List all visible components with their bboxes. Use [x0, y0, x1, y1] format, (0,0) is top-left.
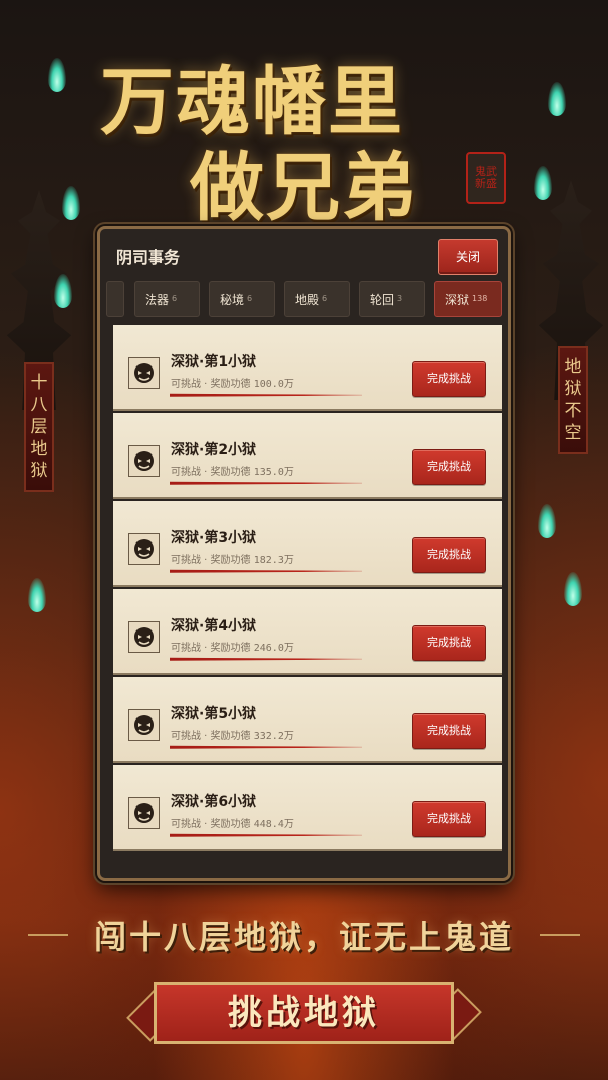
tab-count: 3	[397, 294, 403, 303]
panel-corner-ornament	[487, 229, 508, 250]
reward-label: 奖励功德	[210, 819, 251, 830]
task-list: 深狱·第1小狱 可挑战 · 奖励功德 100.0万 完成挑战 深狱·第2小狱 可…	[113, 325, 502, 875]
task-brush-bar	[170, 481, 362, 485]
task-meta: 可挑战 · 奖励功德 135.0万	[171, 467, 294, 478]
challenge-hell-button[interactable]: 挑战地狱	[154, 982, 454, 1044]
task-row: 深狱·第5小狱 可挑战 · 奖励功德 332.2万 完成挑战	[113, 677, 502, 763]
demon-face-icon	[128, 621, 160, 653]
task-brush-bar	[170, 569, 362, 573]
tab-earth-palace[interactable]: 地殿 6	[284, 281, 350, 317]
demon-face-icon	[128, 357, 160, 389]
tab-deep-prison[interactable]: 深狱 138	[434, 281, 502, 317]
reward-value: 182.3万	[253, 555, 294, 566]
reward-value: 100.0万	[253, 379, 294, 390]
task-row: 深狱·第6小狱 可挑战 · 奖励功德 448.4万 完成挑战	[113, 765, 502, 851]
category-tabs: 法器 6 秘境 6 地殿 6 轮回 3 深狱 138	[106, 281, 502, 319]
demon-face-icon	[128, 797, 160, 829]
reward-label: 奖励功德	[210, 555, 251, 566]
complete-challenge-button[interactable]: 完成挑战	[412, 449, 486, 485]
reward-value: 246.0万	[253, 643, 294, 654]
reward-value: 448.4万	[253, 819, 294, 830]
task-title: 深狱·第6小狱	[171, 794, 257, 810]
demon-face-icon	[128, 533, 160, 565]
tab-label: 地殿	[295, 293, 320, 307]
hanging-banner-left: 十八层地狱	[24, 362, 54, 492]
task-brush-bar	[170, 393, 362, 397]
tab-reincarnation[interactable]: 轮回 3	[359, 281, 425, 317]
cta-container: 挑战地狱	[126, 978, 482, 1048]
tab-count: 138	[472, 294, 488, 303]
complete-challenge-button[interactable]: 完成挑战	[412, 801, 486, 837]
task-meta: 可挑战 · 奖励功德 182.3万	[171, 555, 294, 566]
task-meta: 可挑战 · 奖励功德 448.4万	[171, 819, 294, 830]
ghost-fire-icon	[564, 572, 582, 606]
task-row: 深狱·第1小狱 可挑战 · 奖励功德 100.0万 完成挑战	[113, 325, 502, 411]
task-title: 深狱·第4小狱	[171, 618, 257, 634]
task-title: 深狱·第5小狱	[171, 706, 257, 722]
panel-title: 阴司事务	[116, 248, 181, 267]
tab-label: 深狱	[445, 293, 470, 307]
tab-count: 6	[322, 294, 328, 303]
underworld-affairs-panel: 阴司事务 关闭 法器 6 秘境 6 地殿 6 轮回 3 深狱 138 深狱·第1小狱 可挑…	[97, 226, 511, 881]
tab-count: 6	[247, 294, 253, 303]
reward-label: 奖励功德	[210, 467, 251, 478]
tab-label: 秘境	[220, 293, 245, 307]
task-brush-bar	[170, 657, 362, 661]
title-line-2: 做兄弟	[190, 145, 418, 231]
tab-artifacts[interactable]: 法器 6	[134, 281, 200, 317]
complete-challenge-button[interactable]: 完成挑战	[412, 537, 486, 573]
task-status: 可挑战	[171, 643, 201, 654]
panel-corner-ornament	[100, 857, 121, 878]
panel-header: 阴司事务 关闭	[100, 229, 508, 281]
reward-label: 奖励功德	[210, 643, 251, 654]
task-row: 深狱·第3小狱 可挑战 · 奖励功德 182.3万 完成挑战	[113, 501, 502, 587]
reward-label: 奖励功德	[210, 731, 251, 742]
panel-corner-ornament	[487, 857, 508, 878]
demon-face-icon	[128, 445, 160, 477]
task-meta: 可挑战 · 奖励功德 246.0万	[171, 643, 294, 654]
tab-scroll-left[interactable]	[106, 281, 124, 317]
tab-count: 6	[172, 294, 178, 303]
task-row: 深狱·第2小狱 可挑战 · 奖励功德 135.0万 完成挑战	[113, 413, 502, 499]
demon-face-icon	[128, 709, 160, 741]
task-title: 深狱·第2小狱	[171, 442, 257, 458]
tab-label: 轮回	[370, 293, 395, 307]
task-status: 可挑战	[171, 379, 201, 390]
ghost-fire-icon	[28, 578, 46, 612]
ghost-fire-icon	[54, 274, 72, 308]
tab-secret-realm[interactable]: 秘境 6	[209, 281, 275, 317]
task-title: 深狱·第1小狱	[171, 354, 257, 370]
task-row: 深狱·第4小狱 可挑战 · 奖励功德 246.0万 完成挑战	[113, 589, 502, 675]
complete-challenge-button[interactable]: 完成挑战	[412, 713, 486, 749]
task-brush-bar	[170, 745, 362, 749]
task-status: 可挑战	[171, 731, 201, 742]
tab-label: 法器	[145, 293, 170, 307]
hanging-banner-right: 地狱不空	[558, 346, 588, 454]
task-title: 深狱·第3小狱	[171, 530, 257, 546]
task-status: 可挑战	[171, 555, 201, 566]
reward-value: 332.2万	[253, 731, 294, 742]
game-title: 万魂幡里 做兄弟 鬼武新盛	[0, 28, 608, 231]
reward-label: 奖励功德	[210, 379, 251, 390]
complete-challenge-button[interactable]: 完成挑战	[412, 625, 486, 661]
panel-corner-ornament	[100, 229, 121, 250]
slogan-text: 闯十八层地狱，证无上鬼道	[93, 918, 514, 956]
complete-challenge-button[interactable]: 完成挑战	[412, 361, 486, 397]
task-meta: 可挑战 · 奖励功德 100.0万	[171, 379, 294, 390]
task-status: 可挑战	[171, 467, 201, 478]
task-meta: 可挑战 · 奖励功德 332.2万	[171, 731, 294, 742]
red-seal-stamp: 鬼武新盛	[466, 152, 506, 204]
reward-value: 135.0万	[253, 467, 294, 478]
ghost-fire-icon	[538, 504, 556, 538]
task-status: 可挑战	[171, 819, 201, 830]
task-brush-bar	[170, 833, 362, 837]
